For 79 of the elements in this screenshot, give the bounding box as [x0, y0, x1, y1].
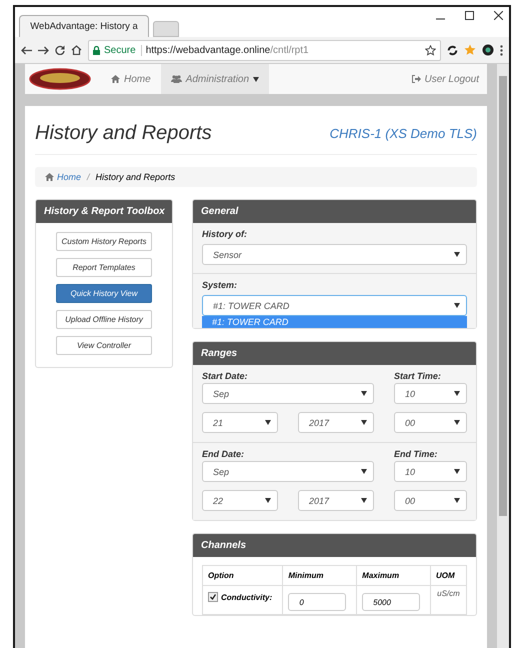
select-field[interactable]: 2017: [298, 412, 374, 433]
toolbox-button[interactable]: Custom History Reports: [56, 232, 152, 251]
caret-icon: [454, 252, 460, 257]
select-field[interactable]: Sensor: [202, 244, 467, 265]
forward-icon[interactable]: [38, 46, 49, 54]
home-icon[interactable]: [71, 45, 82, 55]
back-icon[interactable]: [21, 46, 32, 54]
nav-link[interactable]: Home: [101, 64, 161, 94]
toolbox-button[interactable]: Quick History View: [56, 284, 152, 303]
caret-icon: [454, 498, 460, 503]
select-field[interactable]: 2017: [298, 490, 374, 511]
select-field[interactable]: 10: [394, 461, 467, 482]
field-label: End Time:: [394, 449, 438, 459]
field-label: History of:: [202, 229, 248, 239]
select-field[interactable]: 00: [394, 412, 467, 433]
select-field[interactable]: 22: [202, 490, 278, 511]
avatar-icon[interactable]: [482, 44, 494, 56]
scrollbar[interactable]: [497, 64, 509, 648]
maximize-icon[interactable]: [465, 11, 474, 20]
caret-icon: [361, 391, 367, 396]
logout-icon: [412, 75, 421, 83]
field-label: System:: [202, 280, 238, 290]
home-icon: [45, 173, 54, 181]
panel-title: Channels: [193, 534, 476, 557]
column-header: Option: [202, 566, 283, 586]
toolbox-button[interactable]: Upload Offline History: [56, 310, 152, 329]
select-field[interactable]: 10: [394, 383, 467, 404]
url-text: https://webadvantage.online/cntl/rpt1: [146, 44, 309, 56]
breadcrumb-current: History and Reports: [96, 172, 176, 182]
caret-icon: [361, 420, 367, 425]
column-header: UOM: [430, 566, 466, 586]
panel-title: History & Report Toolbox: [36, 200, 172, 223]
unit-text: uS/cm: [437, 589, 460, 598]
lock-icon: [93, 46, 100, 54]
field-label: Start Time:: [394, 371, 442, 381]
secure-label: Secure: [104, 44, 142, 56]
caret-icon: [361, 498, 367, 503]
column-header: Maximum: [356, 566, 430, 586]
star-icon[interactable]: [464, 44, 476, 56]
address-bar[interactable]: Secure https://webadvantage.online/cntl/rpt1: [88, 40, 441, 60]
caret-icon: [454, 469, 460, 474]
maximum-field[interactable]: 5000: [362, 593, 420, 611]
caret-icon: [454, 391, 460, 396]
star-icon[interactable]: [425, 44, 436, 56]
caret-icon: [454, 420, 460, 425]
breadcrumb-link[interactable]: Home: [45, 172, 82, 182]
caret-icon: [361, 469, 367, 474]
users-icon: [170, 75, 182, 83]
select-field[interactable]: Sep: [202, 461, 374, 482]
toolbox-button[interactable]: View Controller: [56, 336, 152, 355]
select-field[interactable]: 00: [394, 490, 467, 511]
select-field[interactable]: 21: [202, 412, 278, 433]
option-label: Conductivity:: [221, 592, 272, 602]
menu-icon[interactable]: [500, 44, 503, 56]
panel-title: General: [193, 200, 476, 223]
caret-icon: [265, 420, 271, 425]
home-icon: [111, 75, 120, 83]
select-field[interactable]: #1: TOWER CARD: [202, 295, 467, 316]
device-name: CHRIS-1 (XS Demo TLS): [330, 126, 477, 141]
caret-icon: [265, 498, 271, 503]
caret-icon: [454, 303, 460, 308]
panel-title: Ranges: [193, 342, 476, 365]
page-title: History and Reports: [35, 122, 212, 145]
reload-icon[interactable]: [55, 45, 65, 55]
sync-icon[interactable]: [447, 44, 458, 56]
caret-icon: [253, 76, 260, 82]
field-label: Start Date:: [202, 371, 249, 381]
field-label: End Date:: [202, 449, 246, 459]
select-field[interactable]: Sep: [202, 383, 374, 404]
logout-link[interactable]: User Logout: [412, 64, 487, 94]
toolbox-button[interactable]: Report Templates: [56, 258, 152, 277]
checkbox[interactable]: [208, 592, 218, 602]
minimum-field[interactable]: 0: [288, 593, 346, 611]
logo-icon[interactable]: [29, 68, 91, 90]
browser-tab[interactable]: WebAdvantage: History a: [19, 15, 149, 37]
nav-link[interactable]: Administration: [160, 64, 270, 94]
close-icon[interactable]: [494, 11, 503, 20]
breadcrumb-separator: /: [87, 172, 90, 182]
column-header: Minimum: [282, 566, 357, 586]
